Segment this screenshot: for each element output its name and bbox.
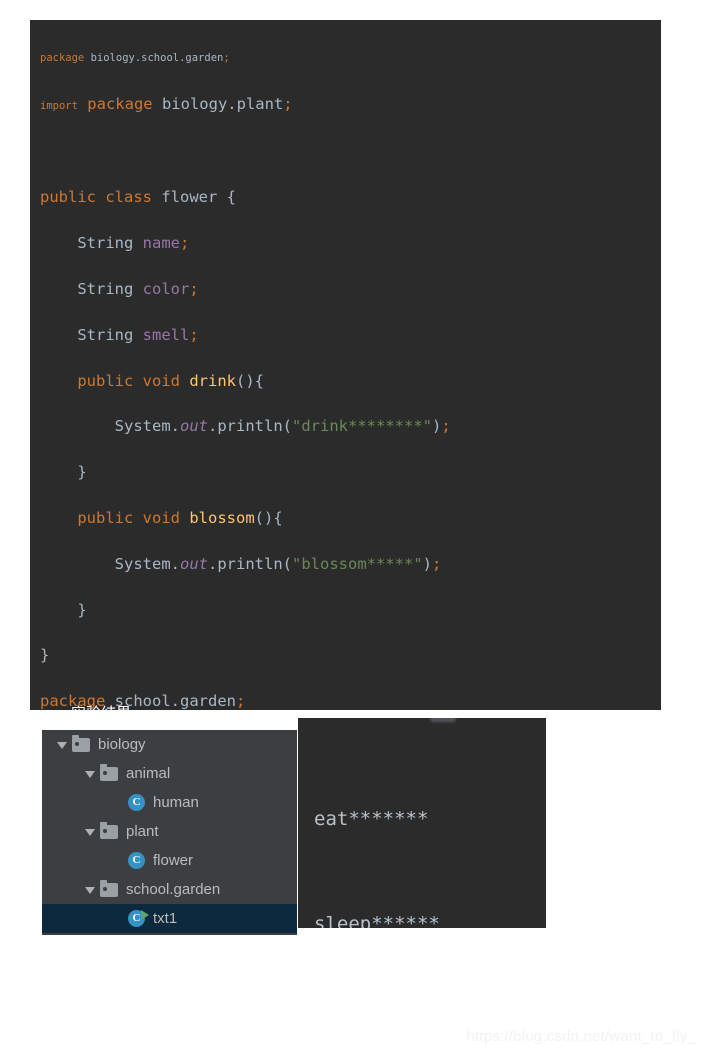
no-chevron-spacer xyxy=(110,853,126,869)
code-line: package biology.school.garden; xyxy=(40,51,230,64)
tree-item-label: flower xyxy=(153,852,194,869)
experiment-result-caption: 实验结果: xyxy=(71,703,136,710)
tree-item-animal[interactable]: animal xyxy=(42,759,297,788)
tree-item-human[interactable]: C human xyxy=(42,788,297,817)
code-snippet-block: package biology.school.garden; import pa… xyxy=(30,20,661,710)
code-line: System.out.println("drink********"); xyxy=(114,417,451,436)
tree-item-label: txt1 xyxy=(153,910,178,927)
package-folder-icon xyxy=(100,821,118,839)
chevron-down-icon[interactable] xyxy=(82,824,98,840)
java-class-icon: C xyxy=(128,794,145,811)
tree-item-biology[interactable]: biology xyxy=(42,730,297,759)
tree-item-plant[interactable]: plant xyxy=(42,817,297,846)
code-line: String color; xyxy=(77,279,199,298)
code-line: System.out.println("blossom*****"); xyxy=(114,554,442,573)
console-line: sleep****** xyxy=(314,913,440,928)
code-line: String smell; xyxy=(77,325,199,344)
code-line: String name; xyxy=(77,234,190,253)
clipped-glyph-artifact xyxy=(430,718,456,722)
package-folder-icon xyxy=(100,763,118,781)
chevron-down-icon[interactable] xyxy=(54,737,70,753)
tree-item-label: plant xyxy=(126,823,159,840)
console-lines: eat******* sleep****** work******* drink… xyxy=(298,718,546,928)
no-chevron-spacer xyxy=(110,795,126,811)
tree-item-label: school.garden xyxy=(126,881,221,898)
no-chevron-spacer xyxy=(110,911,126,927)
tree-item-flower[interactable]: C flower xyxy=(42,846,297,875)
code-line: } xyxy=(40,646,50,665)
tree-item-label: animal xyxy=(126,765,171,782)
tree-item-label: biology xyxy=(98,736,146,753)
chevron-down-icon[interactable] xyxy=(82,882,98,898)
tree-item-label: human xyxy=(153,794,199,811)
code-line: } xyxy=(77,463,87,482)
code-line: public void drink(){ xyxy=(77,371,265,390)
console-output-panel[interactable]: eat******* sleep****** work******* drink… xyxy=(298,718,546,928)
java-class-icon: C xyxy=(128,852,145,869)
package-folder-icon xyxy=(72,734,90,752)
code-line: } xyxy=(77,600,87,619)
code-line: public class flower { xyxy=(40,188,237,207)
csdn-watermark: https://blog.csdn.net/want_to_fly_ xyxy=(466,1028,696,1045)
tree-item-school-garden[interactable]: school.garden xyxy=(42,875,297,904)
java-runnable-class-icon: C xyxy=(128,910,149,927)
project-tree-panel[interactable]: biology animal C human plant C flower sc… xyxy=(42,730,297,935)
tree-item-txt1[interactable]: C txt1 xyxy=(42,904,297,933)
chevron-down-icon[interactable] xyxy=(82,766,98,782)
code-line: public void blossom(){ xyxy=(77,509,283,528)
code-lines: package biology.school.garden; import pa… xyxy=(30,20,661,710)
code-line: import package biology.plant; xyxy=(40,94,293,113)
package-folder-icon xyxy=(100,879,118,897)
console-line: eat******* xyxy=(314,808,429,830)
